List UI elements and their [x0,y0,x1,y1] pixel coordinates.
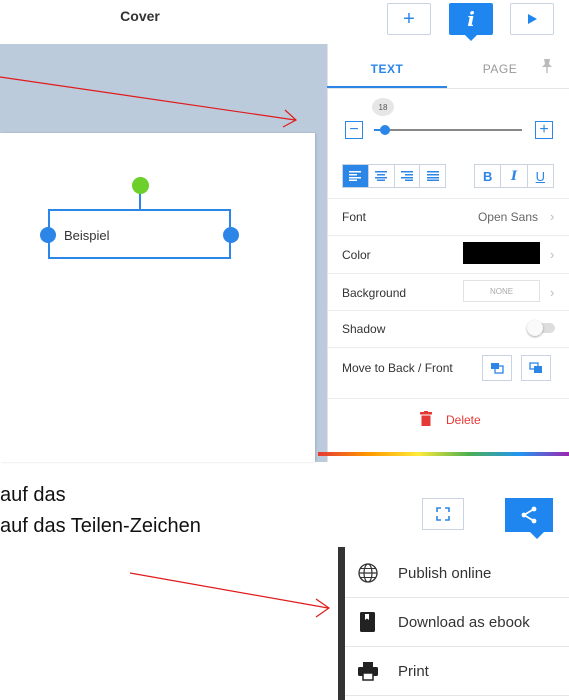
annotation-arrows [0,76,331,618]
